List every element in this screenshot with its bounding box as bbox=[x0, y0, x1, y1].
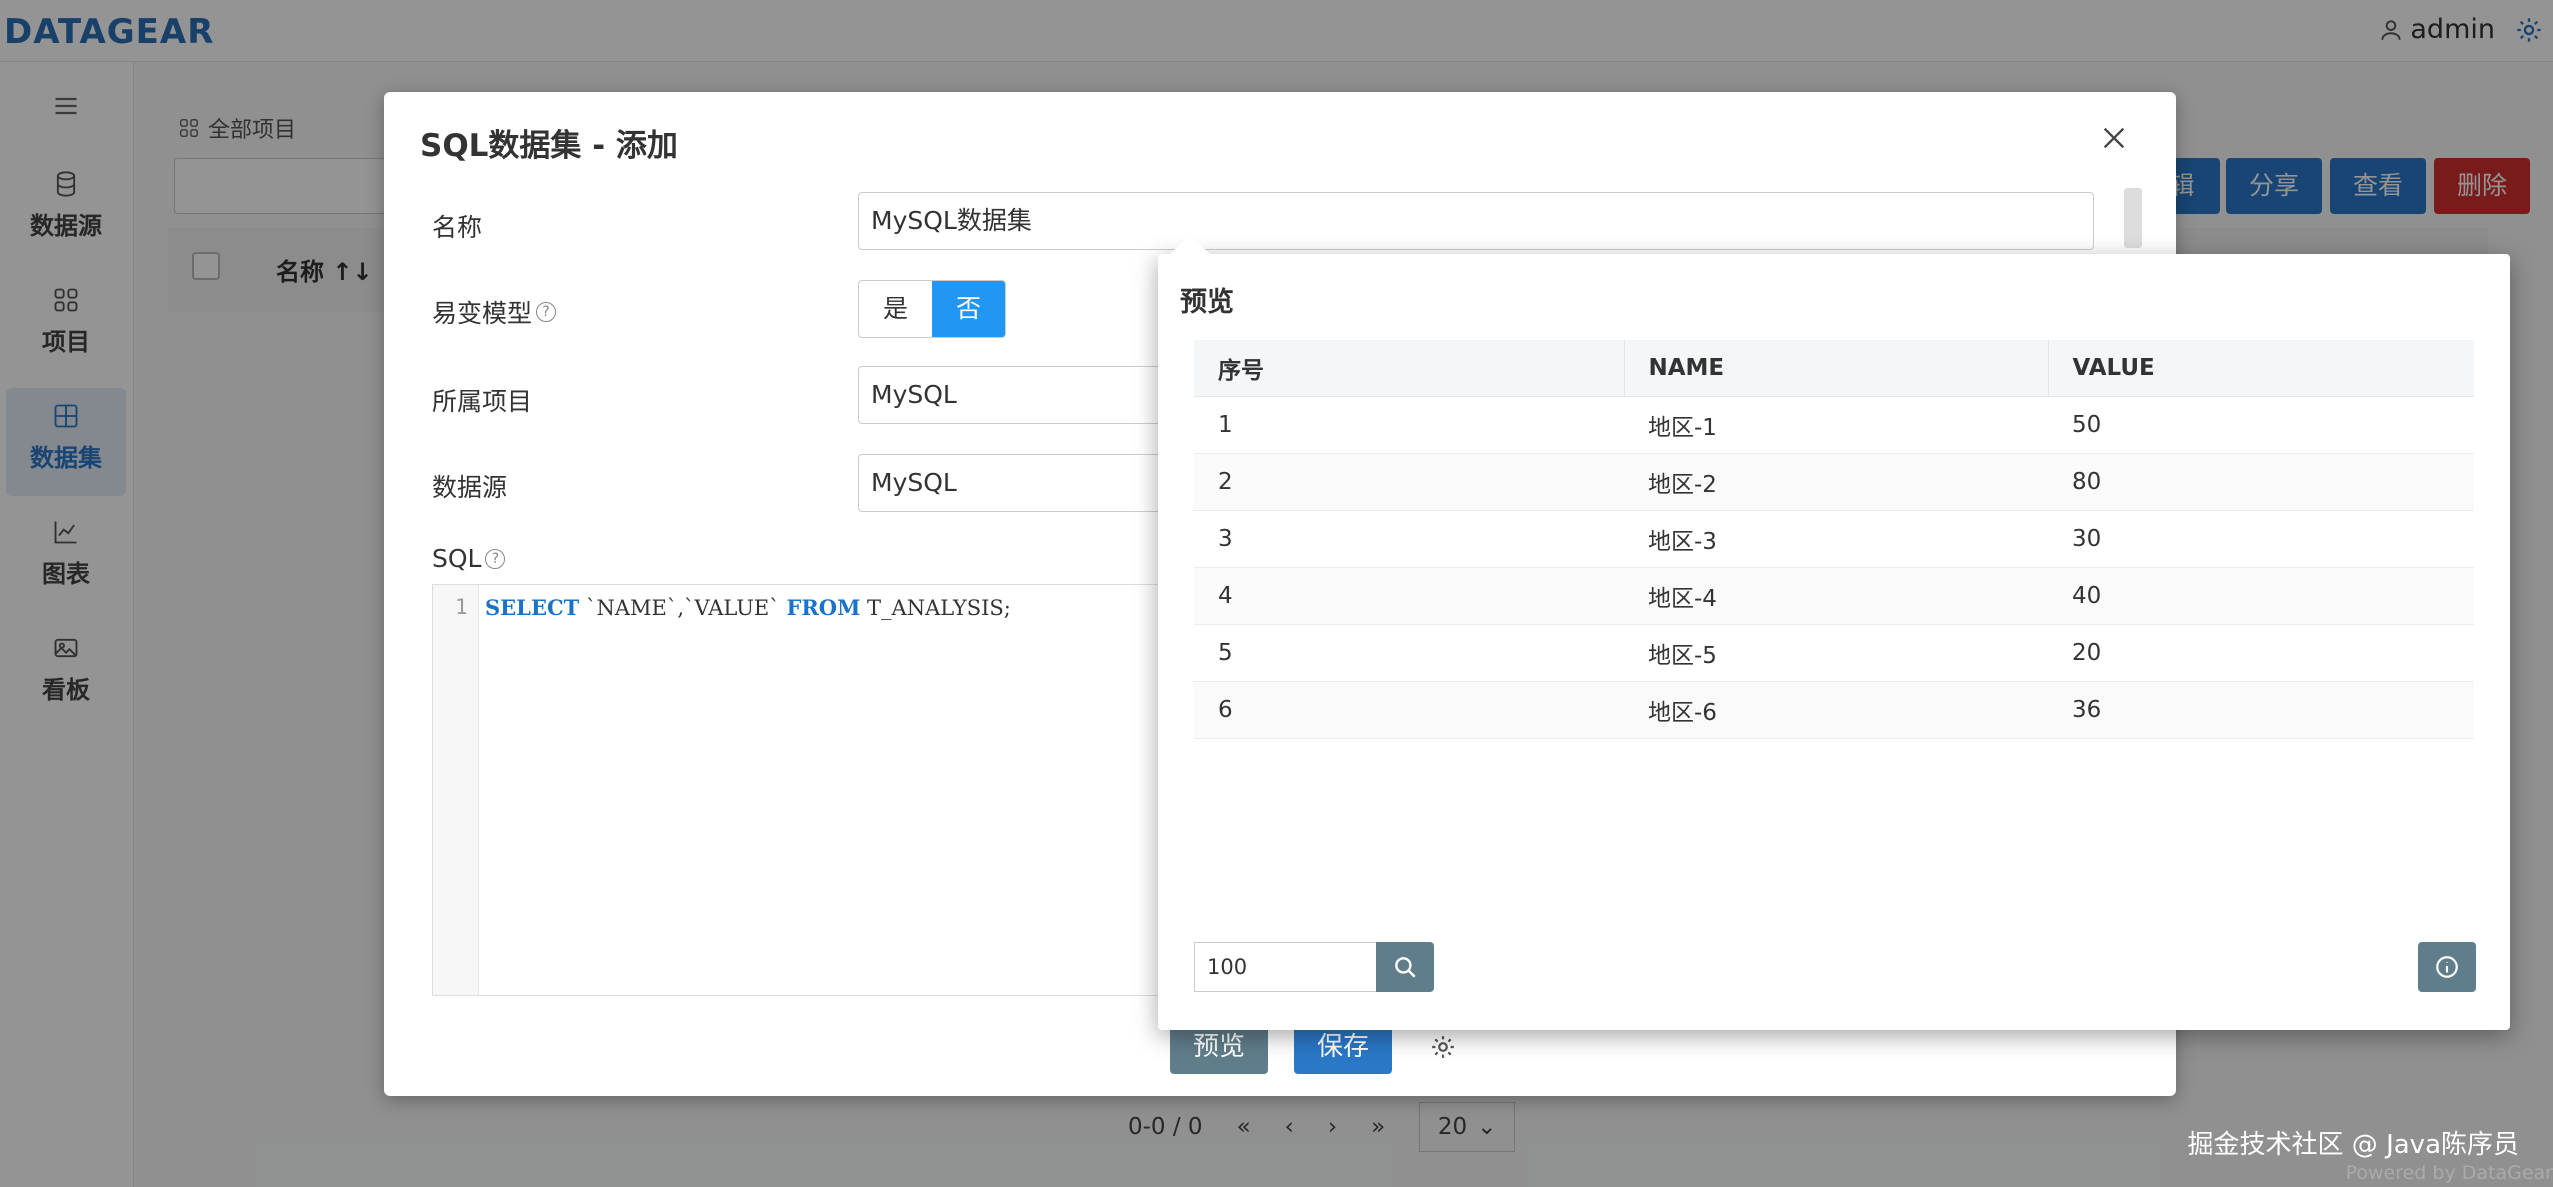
sql-editor[interactable]: 1 SELECT `NAME`,`VALUE` FROM T_ANALYSIS; bbox=[432, 584, 1192, 996]
sql-table: T_ANALYSIS; bbox=[860, 596, 1011, 620]
help-icon[interactable]: ? bbox=[485, 548, 506, 569]
name-input[interactable]: MySQL数据集 bbox=[858, 192, 2094, 250]
preview-title: 预览 bbox=[1180, 287, 1234, 318]
cell-index: 2 bbox=[1194, 453, 1624, 511]
table-row: 2 地区-2 80 bbox=[1194, 453, 2474, 511]
cell-name: 地区-3 bbox=[1624, 510, 2048, 568]
preview-table: 序号 NAME VALUE 1 地区-1 50 2 地区-2 80 3 地区-3 30 4地… bbox=[1194, 340, 2474, 739]
fetch-size-input[interactable]: 100 bbox=[1194, 942, 1378, 992]
powered-by: Powered by DataGear bbox=[2345, 1162, 2553, 1184]
info-icon bbox=[2436, 956, 2458, 978]
cell-value: 50 bbox=[2048, 396, 2474, 454]
cell-name: 地区-5 bbox=[1624, 624, 2048, 682]
help-icon[interactable]: ? bbox=[536, 302, 557, 322]
preview-panel: 预览 序号 NAME VALUE 1 地区-1 50 2 地区-2 80 3 地区-3 30… bbox=[1158, 234, 2510, 1030]
sql-label-text: SQL bbox=[432, 544, 482, 573]
table-row: 1 地区-1 50 bbox=[1194, 396, 2474, 454]
editor-gutter: 1 bbox=[433, 585, 479, 995]
mutable-model-text: 易变模型 bbox=[432, 299, 533, 328]
sql-columns: `NAME`,`VALUE` bbox=[579, 596, 787, 620]
line-number: 1 bbox=[455, 595, 468, 619]
cell-index: 4 bbox=[1194, 567, 1624, 625]
gear-icon[interactable] bbox=[1430, 1034, 1456, 1060]
refresh-preview-button[interactable] bbox=[1376, 942, 1434, 992]
sql-keyword-from: FROM bbox=[786, 595, 861, 620]
col-header-index[interactable]: 序号 bbox=[1194, 340, 1624, 397]
datasource-label: 数据源 bbox=[432, 473, 508, 502]
preview-header-row: 序号 NAME VALUE bbox=[1194, 340, 2474, 397]
table-row: 5 地区-5 20 bbox=[1194, 624, 2474, 682]
name-label: 名称 bbox=[432, 213, 483, 242]
watermark: 掘金技术社区 @ Java陈序员 bbox=[2187, 1130, 2519, 1160]
mutable-no-option[interactable]: 否 bbox=[932, 281, 1005, 337]
mutable-model-toggle[interactable]: 是 否 bbox=[858, 280, 1006, 338]
cell-value: 40 bbox=[2048, 567, 2474, 625]
cell-index: 3 bbox=[1194, 510, 1624, 568]
cell-value: 80 bbox=[2048, 453, 2474, 511]
close-icon[interactable] bbox=[2098, 122, 2130, 154]
cell-value: 30 bbox=[2048, 510, 2474, 568]
col-header-name[interactable]: NAME bbox=[1623, 340, 2048, 397]
sql-keyword-select: SELECT bbox=[485, 595, 580, 620]
cell-name: 地区-2 bbox=[1624, 453, 2048, 511]
project-label: 所属项目 bbox=[432, 387, 533, 416]
cell-name: 地区-6 bbox=[1624, 681, 2048, 739]
table-row: 4 地区-4 40 bbox=[1194, 567, 2474, 625]
search-icon bbox=[1395, 957, 1416, 978]
cell-value: 36 bbox=[2048, 681, 2474, 739]
col-header-value[interactable]: VALUE bbox=[2047, 340, 2474, 397]
cell-index: 5 bbox=[1194, 624, 1624, 682]
cell-name: 地区-4 bbox=[1624, 567, 2048, 625]
dialog-scrollbar[interactable] bbox=[2124, 188, 2142, 248]
sql-label: SQL ? bbox=[432, 544, 506, 573]
cell-value: 20 bbox=[2048, 624, 2474, 682]
cell-name: 地区-1 bbox=[1624, 396, 2048, 454]
cell-index: 6 bbox=[1194, 681, 1624, 739]
mutable-yes-option[interactable]: 是 bbox=[859, 281, 932, 337]
table-row: 6 地区-6 36 bbox=[1194, 681, 2474, 739]
info-button[interactable] bbox=[2418, 942, 2476, 992]
cell-index: 1 bbox=[1194, 396, 1624, 454]
dialog-title: SQL数据集 - 添加 bbox=[420, 128, 678, 164]
mutable-model-label: 易变模型 ? bbox=[432, 294, 557, 330]
table-row: 3 地区-3 30 bbox=[1194, 510, 2474, 568]
sql-code: SELECT `NAME`,`VALUE` FROM T_ANALYSIS; bbox=[485, 595, 1011, 620]
